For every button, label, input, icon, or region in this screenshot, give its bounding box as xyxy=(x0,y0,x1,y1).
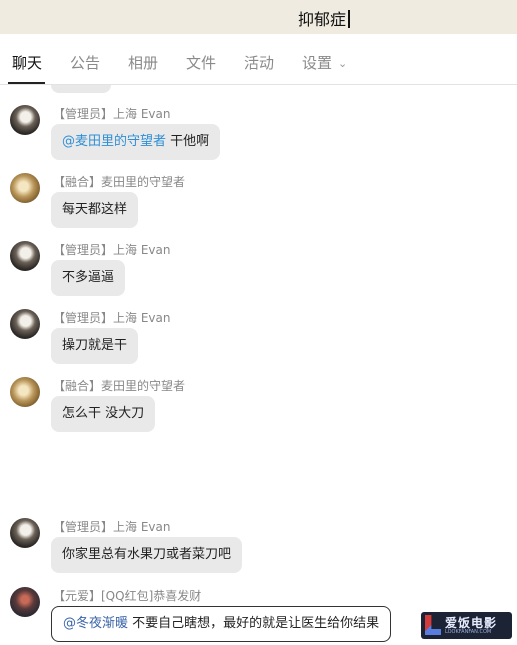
sender-name[interactable]: 【融合】麦田里的守望者 xyxy=(53,173,185,190)
message-text: 操刀就是干 xyxy=(62,338,128,353)
fusion-avatar[interactable] xyxy=(10,173,40,203)
watermark-subtext: LOOKFANFAN.COM xyxy=(445,629,492,635)
tab-files[interactable]: 文件 xyxy=(186,52,216,73)
message-text: 干他啊 xyxy=(166,134,210,149)
admin-avatar-girl[interactable] xyxy=(10,241,40,271)
active-tab-indicator xyxy=(8,82,45,84)
message-bubble: 不多逼逼 xyxy=(51,260,126,296)
sender-name[interactable]: 【管理员】上海 Evan xyxy=(53,105,170,122)
tab-settings[interactable]: 设置 ⌄ xyxy=(302,52,347,73)
watermark-logo-icon xyxy=(425,615,441,635)
message-text: 不多逼逼 xyxy=(62,270,115,285)
message-bubble: 怎么干 没大刀 xyxy=(51,396,156,432)
tab-activities[interactable]: 活动 xyxy=(244,52,274,73)
mention-link[interactable]: @冬夜渐暖 xyxy=(63,616,128,631)
message-bubble-partial xyxy=(51,85,111,93)
tab-chat[interactable]: 聊天 xyxy=(12,52,42,73)
window-title[interactable]: 抑郁症 xyxy=(298,6,351,30)
mention-link[interactable]: @麦田里的守望者 xyxy=(62,134,166,149)
message-text: 不要自己瞎想，最好的就是让医生给你结果 xyxy=(128,616,380,631)
tab-album[interactable]: 相册 xyxy=(128,52,158,73)
message-text: 每天都这样 xyxy=(62,202,128,217)
message-text: 怎么干 没大刀 xyxy=(62,406,145,421)
site-watermark: 爱饭电影 LOOKFANFAN.COM xyxy=(421,612,512,639)
message-bubble: 你家里总有水果刀或者菜刀吧 xyxy=(51,537,243,573)
tab-announcements[interactable]: 公告 xyxy=(70,52,100,73)
chevron-down-icon: ⌄ xyxy=(338,57,348,70)
admin-avatar-girl[interactable] xyxy=(10,518,40,548)
yuan-avatar[interactable] xyxy=(10,587,40,617)
tab-bar: 聊天 公告 相册 文件 活动 设置 ⌄ xyxy=(0,34,517,85)
sender-name[interactable]: 【融合】麦田里的守望者 xyxy=(53,377,185,394)
sender-name[interactable]: 【管理员】上海 Evan xyxy=(53,518,170,535)
fusion-avatar[interactable] xyxy=(10,377,40,407)
sender-name[interactable]: 【元爱】[QQ红包]恭喜发财 xyxy=(53,587,201,604)
sender-name[interactable]: 【管理员】上海 Evan xyxy=(53,241,170,258)
chat-message-list[interactable]: 【管理员】上海 Evan @麦田里的守望者 干他啊 【融合】麦田里的守望者 每天… xyxy=(0,85,517,645)
message-bubble: 每天都这样 xyxy=(51,192,139,228)
title-bar: 抑郁症 xyxy=(0,0,517,34)
text-cursor xyxy=(348,10,351,28)
message-bubble: 操刀就是干 xyxy=(51,328,139,364)
admin-avatar-girl[interactable] xyxy=(10,309,40,339)
message-bubble: @冬夜渐暖 不要自己瞎想，最好的就是让医生给你结果 xyxy=(51,606,392,642)
message-bubble: @麦田里的守望者 干他啊 xyxy=(51,124,221,160)
message-text: 你家里总有水果刀或者菜刀吧 xyxy=(62,547,232,562)
window-title-text: 抑郁症 xyxy=(298,10,347,29)
sender-name[interactable]: 【管理员】上海 Evan xyxy=(53,309,170,326)
admin-avatar-girl[interactable] xyxy=(10,105,40,135)
tab-settings-label: 设置 xyxy=(302,54,333,72)
